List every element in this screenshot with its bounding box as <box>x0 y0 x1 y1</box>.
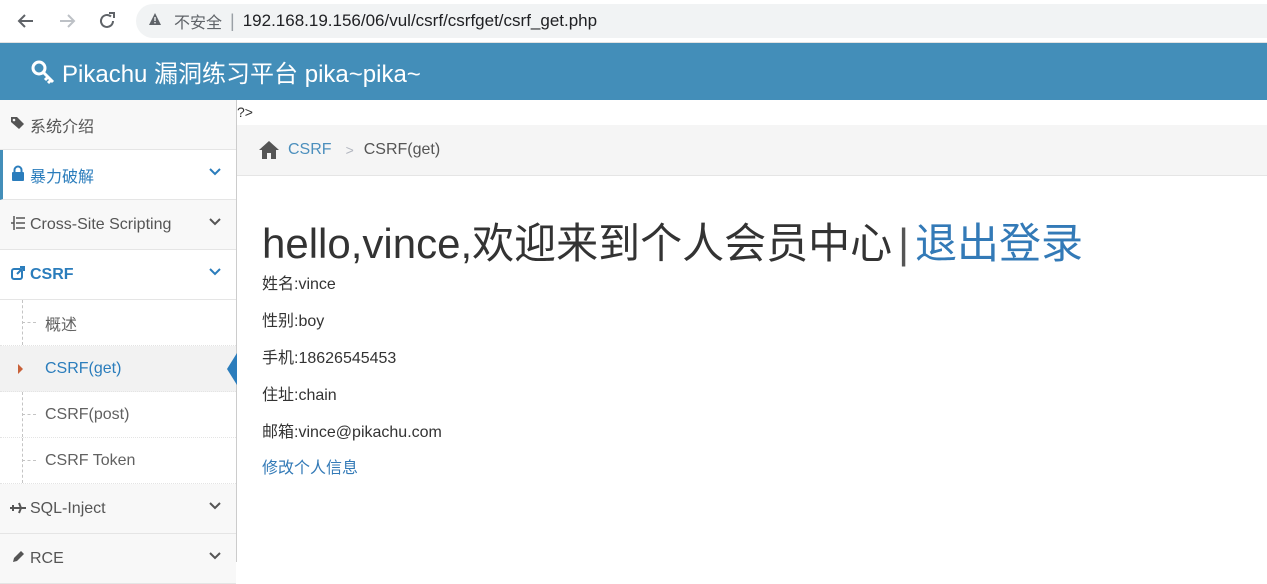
sidebar-subitem-csrf-post[interactable]: CSRF(post) <box>0 392 236 438</box>
chevron-down-icon <box>209 502 221 510</box>
breadcrumb: CSRF > CSRF(get) <box>237 125 1267 176</box>
sidebar-subitem-label: CSRF Token <box>45 451 136 469</box>
sidebar-item-xss[interactable]: Cross-Site Scripting <box>0 200 236 250</box>
sidebar-item-intro[interactable]: 系统介绍 <box>0 100 236 150</box>
sidebar-item-label: SQL-Inject <box>30 499 106 517</box>
reload-icon[interactable] <box>94 8 120 34</box>
lock-icon <box>8 165 28 184</box>
url-text[interactable]: 192.168.19.156/06/vul/csrf/csrfget/csrf_… <box>243 11 597 31</box>
chevron-down-icon <box>209 168 221 176</box>
title-separator: | <box>898 220 910 267</box>
edit-profile-link[interactable]: 修改个人信息 <box>262 454 358 478</box>
sidebar-item-csrf[interactable]: CSRF <box>0 250 236 300</box>
sidebar-subitem-label: 概述 <box>45 316 78 334</box>
sidebar-item-label: RCE <box>30 549 64 567</box>
info-phone: 手机:18626545453 <box>262 350 397 367</box>
stray-php-text: ?> <box>237 104 253 120</box>
active-pointer <box>227 353 237 385</box>
sidebar-subitem-csrf-get[interactable]: CSRF(get) <box>0 346 237 392</box>
info-name: 姓名:vince <box>262 276 336 293</box>
breadcrumb-current: CSRF(get) <box>363 141 441 158</box>
chevron-down-icon <box>209 552 221 560</box>
sidebar-item-sql-inject[interactable]: SQL-Inject <box>0 484 236 534</box>
chevron-down-icon <box>209 218 221 226</box>
warning-triangle-icon <box>148 12 170 31</box>
plane-icon <box>8 501 28 517</box>
site-header: Pikachu 漏洞练习平台 pika~pika~ <box>0 43 1267 100</box>
sidebar-subitem-overview[interactable]: 概述 <box>0 300 236 346</box>
greeting-text: hello,vince,欢迎来到个人会员中心 <box>262 220 893 267</box>
url-separator: | <box>230 10 235 31</box>
sidebar-item-rce[interactable]: RCE <box>0 534 236 584</box>
browser-toolbar: 不安全 | 192.168.19.156/06/vul/csrf/csrfget… <box>0 0 1267 43</box>
sidebar-item-label: Cross-Site Scripting <box>30 215 172 233</box>
tags-icon <box>8 116 28 133</box>
pencil-icon <box>8 550 28 567</box>
home-icon[interactable] <box>258 140 280 160</box>
chevron-down-icon <box>209 268 221 276</box>
info-gender: 性别:boy <box>262 313 325 330</box>
site-brand[interactable]: Pikachu 漏洞练习平台 pika~pika~ <box>62 54 421 89</box>
sidebar: 系统介绍 暴力破解 Cross-Site Scripting CSRF 概述 C… <box>0 100 237 584</box>
sidebar-item-label: 系统介绍 <box>30 118 95 136</box>
back-arrow-icon[interactable] <box>13 8 39 34</box>
page-title: hello,vince,欢迎来到个人会员中心 | 退出登录 <box>262 210 1083 271</box>
info-email: 邮箱:vince@pikachu.com <box>262 424 442 441</box>
share-square-icon <box>8 266 28 283</box>
sidebar-subitem-label: CSRF(post) <box>45 405 130 423</box>
chevron-right-icon: > <box>345 142 354 158</box>
info-address: 住址:chain <box>262 387 337 404</box>
forward-arrow-icon[interactable] <box>54 8 80 34</box>
logout-link[interactable]: 退出登录 <box>915 220 1083 267</box>
address-bar[interactable]: 不安全 | 192.168.19.156/06/vul/csrf/csrfget… <box>136 4 1267 38</box>
caret-right-icon <box>18 364 23 374</box>
list-tree-icon <box>8 216 28 233</box>
security-status: 不安全 <box>174 15 223 32</box>
main-content: ?> CSRF > CSRF(get) hello,vince,欢迎来到个人会员… <box>237 100 1267 562</box>
sidebar-subitem-csrf-token[interactable]: CSRF Token <box>0 438 236 484</box>
sidebar-item-label: CSRF <box>30 265 74 283</box>
key-icon <box>31 60 55 84</box>
breadcrumb-link-csrf[interactable]: CSRF <box>288 141 332 159</box>
sidebar-item-brute-force[interactable]: 暴力破解 <box>0 150 236 200</box>
sidebar-item-label: 暴力破解 <box>30 168 95 186</box>
sidebar-subitem-label: CSRF(get) <box>45 359 122 377</box>
